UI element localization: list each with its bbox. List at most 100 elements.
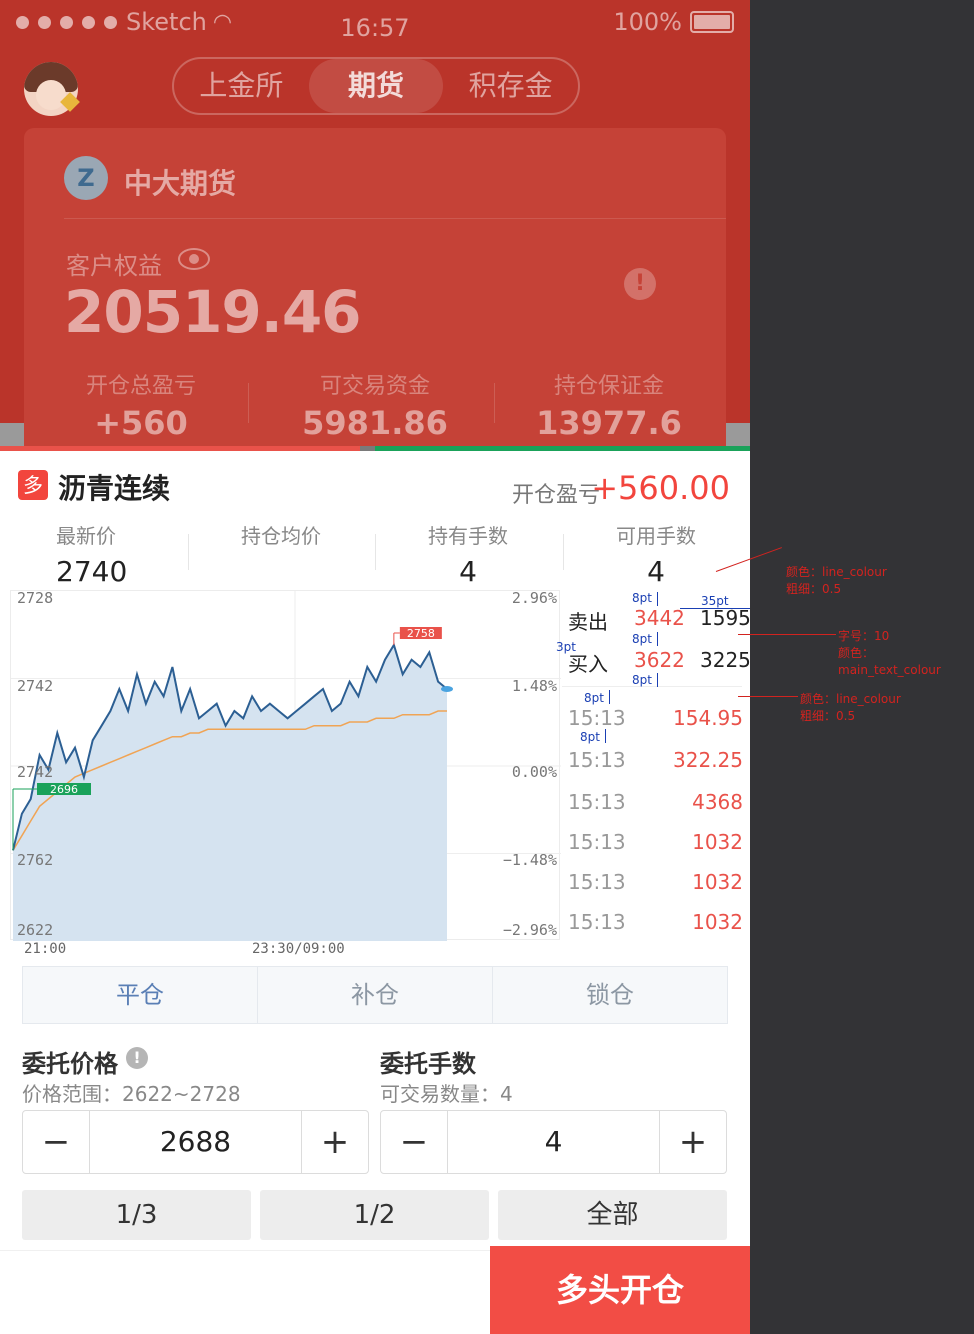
tick-row: 15:13 322.25 xyxy=(568,748,743,778)
stat-label: 持仓保证金 xyxy=(553,374,664,399)
position-action-tabs: 平仓 补仓 锁仓 xyxy=(22,966,728,1024)
low-marker-label: 2696 xyxy=(50,783,78,796)
qty-title: 委托手数 xyxy=(380,1050,476,1078)
metric-label: 最新价 xyxy=(56,524,116,548)
stat-label: 可交易资金 xyxy=(319,374,430,399)
tick-row: 15:13 4368 xyxy=(568,790,743,820)
tab-futures[interactable]: 期货 xyxy=(308,59,444,113)
order-book-buy: 买入 3622 3225 xyxy=(568,642,750,678)
battery-label: 100% xyxy=(613,8,682,36)
divider xyxy=(562,686,742,687)
account-header: Sketch ◠ 16:57 100% 上金所 期货 积存金 中大期货 客户权益… xyxy=(0,0,750,450)
qty-plus-button[interactable]: + xyxy=(660,1111,726,1173)
tick-value: 154.95 xyxy=(673,706,743,730)
annotation-line-colour: 颜色：line_colour 粗细：0.5 xyxy=(786,564,887,598)
y-tick-label: −1.48% xyxy=(503,851,557,869)
tick-value: 1032 xyxy=(692,830,743,854)
annotation-line-colour: 颜色：line_colour 粗细：0.5 xyxy=(800,691,901,725)
tick-value: 1032 xyxy=(692,910,743,934)
tick-value: 322.25 xyxy=(673,748,743,772)
annotation-text: 颜色：main_text_colour xyxy=(838,646,941,677)
stat-label: 开仓总盈亏 xyxy=(85,374,196,399)
annotation-text: 字号：10 xyxy=(838,629,890,643)
stat-value: 5981.86 xyxy=(302,404,448,442)
info-icon[interactable]: ! xyxy=(126,1047,148,1069)
tick-row: 15:13 1032 xyxy=(568,830,743,860)
stat-tradable-funds: 可交易资金 5981.86 xyxy=(258,368,492,442)
open-long-button[interactable]: 多头开仓 xyxy=(490,1246,750,1334)
divider xyxy=(64,218,726,219)
long-tag: 多 xyxy=(18,470,48,500)
x-tick-label: 21:00 xyxy=(24,941,67,957)
intraday-chart[interactable]: 2728 2742 2742 2762 2622 2.96% 1.48% 0.00% −1.48… xyxy=(10,590,561,941)
tab-close-position[interactable]: 平仓 xyxy=(23,967,258,1023)
tab-sge[interactable]: 上金所 xyxy=(174,59,309,113)
account-card: 中大期货 客户权益 20519.46 ! 开仓总盈亏 +560 可交易资金 59… xyxy=(24,128,726,450)
alert-icon[interactable]: ! xyxy=(624,268,656,300)
spacing-label: 35pt xyxy=(701,594,729,608)
equity-label: 客户权益 xyxy=(66,252,162,280)
price-plus-button[interactable]: + xyxy=(302,1111,368,1173)
stat-open-pnl: 开仓总盈亏 +560 xyxy=(24,368,258,442)
last-price-dot xyxy=(441,686,453,692)
fraction-all-button[interactable]: 全部 xyxy=(498,1190,727,1240)
metric-avg-price: 持仓均价 xyxy=(188,520,374,587)
stat-value: +560 xyxy=(94,404,188,442)
tick-time: 15:13 xyxy=(568,870,626,894)
qty-stepper: − 4 + xyxy=(380,1110,727,1174)
spacing-label: 8pt xyxy=(632,673,652,687)
metric-value: 4 xyxy=(647,555,665,588)
y-tick-label: 2742 xyxy=(17,763,53,781)
metric-value: 4 xyxy=(459,555,477,588)
qty-minus-button[interactable]: − xyxy=(381,1111,447,1173)
tick-row: 15:13 1032 xyxy=(568,870,743,900)
broker-name: 中大期货 xyxy=(124,167,237,200)
equity-value: 20519.46 xyxy=(64,278,362,346)
annotation-font: 字号：10 颜色：main_text_colour xyxy=(838,628,974,679)
stat-value: 13977.6 xyxy=(536,404,682,442)
spacing-label: 3pt xyxy=(556,640,576,654)
y-tick-label: 2.96% xyxy=(512,591,557,607)
fraction-third-button[interactable]: 1/3 xyxy=(22,1190,251,1240)
broker-logo-icon xyxy=(64,156,108,200)
tab-add-position[interactable]: 补仓 xyxy=(258,967,493,1023)
tab-lock-position[interactable]: 锁仓 xyxy=(493,967,727,1023)
battery-icon xyxy=(690,11,734,33)
price-minus-button[interactable]: − xyxy=(23,1111,89,1173)
metric-available-lots: 可用手数 4 xyxy=(563,520,749,588)
position-ribbon xyxy=(0,446,750,451)
metric-value: 2740 xyxy=(56,555,128,588)
tab-gold-savings[interactable]: 积存金 xyxy=(443,59,578,113)
metric-label: 持有手数 xyxy=(428,524,508,548)
tick-time: 15:13 xyxy=(568,910,626,934)
chart-svg: 2728 2742 2742 2762 2622 2.96% 1.48% 0.00% −1.48… xyxy=(11,591,561,941)
annotation-text: 粗细：0.5 xyxy=(786,582,842,596)
status-battery: 100% xyxy=(613,8,734,36)
pnl-value: +560.00 xyxy=(591,469,730,507)
ob-qty: 3225 xyxy=(700,648,750,672)
ob-side: 卖出 xyxy=(568,610,608,634)
annotation-text: 颜色：line_colour xyxy=(800,692,901,706)
spacing-label: 8pt xyxy=(580,730,600,744)
eye-icon[interactable] xyxy=(178,248,210,270)
metric-label: 可用手数 xyxy=(616,524,696,548)
tick-time: 15:13 xyxy=(568,748,626,772)
metric-value xyxy=(188,555,374,587)
annotation-text: 颜色：line_colour xyxy=(786,565,887,579)
annotation-text: 粗细：0.5 xyxy=(800,709,856,723)
high-marker-label: 2758 xyxy=(407,627,435,640)
ob-qty: 1595 xyxy=(700,606,750,630)
spacing-label: 8pt xyxy=(584,691,604,705)
y-tick-label: 2728 xyxy=(17,591,53,607)
ob-price: 3442 xyxy=(634,606,685,630)
stat-margin: 持仓保证金 13977.6 xyxy=(492,368,726,442)
qty-available: 可交易数量：4 xyxy=(380,1082,513,1106)
fraction-half-button[interactable]: 1/2 xyxy=(260,1190,489,1240)
x-tick-label: 23:30/09:00 xyxy=(252,941,345,957)
qty-input[interactable]: 4 xyxy=(447,1111,660,1173)
metric-held-lots: 持有手数 4 xyxy=(375,520,561,588)
instrument-name: 沥青连续 xyxy=(58,472,171,505)
ob-price: 3622 xyxy=(634,648,685,672)
price-input[interactable]: 2688 xyxy=(89,1111,302,1173)
price-title: 委托价格 xyxy=(22,1050,118,1078)
